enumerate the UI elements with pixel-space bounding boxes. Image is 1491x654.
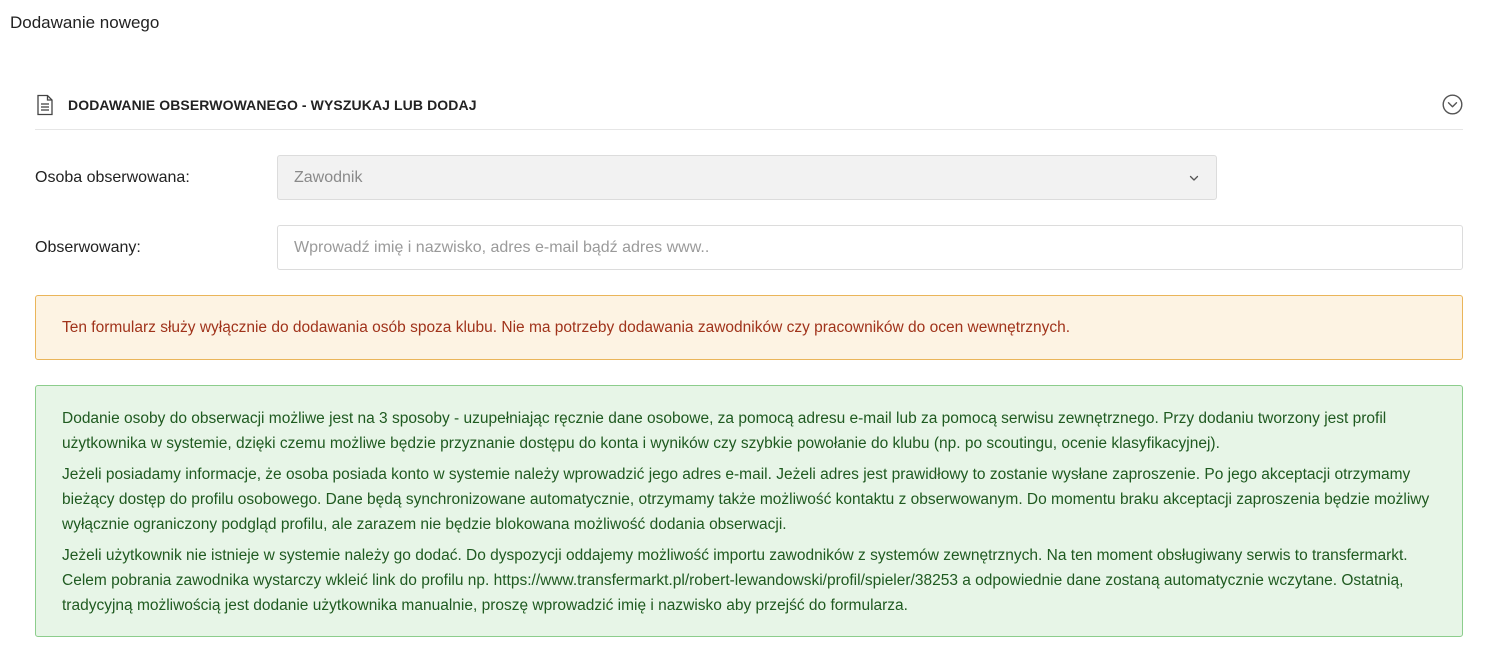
info-paragraph: Dodanie osoby do obserwacji możliwe jest…	[62, 410, 1387, 452]
info-paragraph: Jeżeli użytkownik nie istnieje w systemi…	[62, 547, 1408, 614]
observed-row: Obserwowany:	[35, 225, 1463, 270]
chevron-circle-down-icon[interactable]	[1442, 94, 1463, 115]
warning-alert: Ten formularz służy wyłącznie do dodawan…	[35, 295, 1463, 360]
chevron-down-icon	[1188, 172, 1200, 184]
person-type-select[interactable]: Zawodnik	[277, 155, 1217, 200]
observed-input[interactable]	[277, 225, 1463, 270]
info-alert: Dodanie osoby do obserwacji możliwe jest…	[35, 385, 1463, 637]
section-header[interactable]: DODAWANIE OBSERWOWANEGO - WYSZUKAJ LUB D…	[35, 80, 1463, 130]
document-icon	[35, 94, 55, 116]
page-title: Dodawanie nowego	[10, 13, 160, 32]
section-title: DODAWANIE OBSERWOWANEGO - WYSZUKAJ LUB D…	[68, 96, 477, 113]
person-type-label: Osoba obserwowana:	[35, 168, 190, 186]
person-type-selected: Zawodnik	[294, 168, 363, 186]
info-paragraph: Jeżeli posiadamy informacje, że osoba po…	[62, 466, 1430, 533]
person-type-row: Osoba obserwowana: Zawodnik	[35, 155, 1217, 200]
observed-label: Obserwowany:	[35, 238, 141, 256]
observed-section: DODAWANIE OBSERWOWANEGO - WYSZUKAJ LUB D…	[35, 80, 1463, 270]
